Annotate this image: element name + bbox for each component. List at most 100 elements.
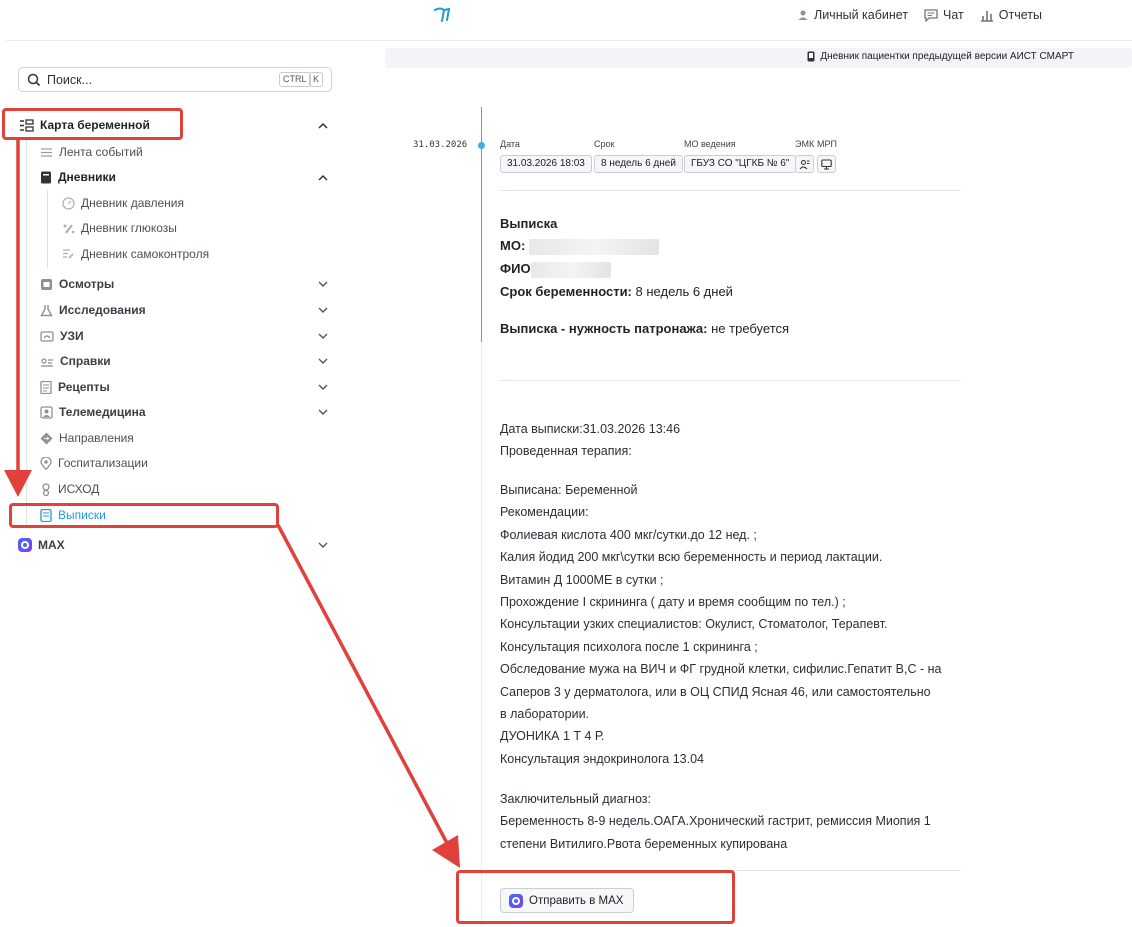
- details-line: степени Витилиго.Рвота беременных купиро…: [500, 836, 788, 851]
- details-line: Консультации узких специалистов: Окулист…: [500, 617, 888, 632]
- sidebar-item-uzi[interactable]: УЗИ: [40, 329, 84, 343]
- details-block-1: Дата выписки:31.03.2026 13:46 Проведенна…: [500, 418, 970, 463]
- chevron-down-icon[interactable]: [316, 303, 330, 317]
- details-line: в лаборатории.: [500, 707, 590, 722]
- notebook-icon: [41, 171, 51, 183]
- banner-label: Дневник пациентки предыдущей версии АИСТ…: [820, 51, 1074, 62]
- sidebar-label: Госпитализации: [58, 456, 148, 470]
- monitor-icon: [821, 158, 832, 170]
- details-line: Витамин Д 1000МЕ в сутки ;: [500, 572, 664, 587]
- nav-reports-label: Отчеты: [998, 8, 1042, 22]
- chevron-down-icon[interactable]: [316, 329, 330, 343]
- details-line: Выписана: Беременной: [500, 483, 638, 497]
- details-line: Дата выписки:31.03.2026 13:46: [500, 422, 681, 436]
- stork-logo-icon[interactable]: [432, 6, 454, 29]
- annotation-box-card: [2, 108, 183, 140]
- redacted-mo: [528, 238, 659, 255]
- divider: [500, 190, 961, 191]
- sidebar-label: MAX: [38, 538, 65, 552]
- sidebar-label: Исследования: [59, 303, 146, 317]
- chevron-down-icon[interactable]: [316, 380, 330, 394]
- nav-cabinet-label: Личный кабинет: [814, 8, 909, 22]
- chevron-down-icon[interactable]: [316, 405, 330, 419]
- emk-label: ЭМК: [795, 139, 815, 149]
- emk-button[interactable]: [795, 155, 814, 173]
- sidebar-item-research[interactable]: Исследования: [40, 303, 146, 317]
- chevron-down-icon[interactable]: [316, 354, 330, 368]
- mo-label: МО ведения: [684, 139, 736, 149]
- annotation-box-send: [456, 870, 735, 924]
- chat-icon: [924, 8, 938, 22]
- sidebar-item-selfcontrol[interactable]: Дневник самоконтроля: [62, 247, 209, 261]
- nav-reports[interactable]: Отчеты: [980, 8, 1042, 22]
- search-icon: [27, 73, 41, 86]
- chevron-down-icon[interactable]: [316, 277, 330, 291]
- mo-chip: ГБУЗ СО "ЦГКБ № 6": [684, 155, 797, 173]
- chevron-down-icon[interactable]: [316, 538, 330, 552]
- sidebar-item-certificates[interactable]: Справки: [40, 354, 111, 368]
- legacy-diary-banner[interactable]: Дневник пациентки предыдущей версии АИСТ…: [385, 48, 1132, 68]
- extract-title: Выписка: [500, 216, 558, 231]
- kbd-k: K: [309, 72, 324, 87]
- sidebar-item-recipes[interactable]: Рецепты: [40, 380, 110, 394]
- drop-icon: [63, 223, 75, 234]
- extract-fio: ФИО: [500, 258, 611, 280]
- extract-mo: МО:: [500, 235, 659, 257]
- tree-line: [47, 190, 48, 268]
- chart-icon: [980, 10, 993, 22]
- nav-chat[interactable]: Чат: [924, 8, 964, 22]
- nav-chat-label: Чат: [943, 8, 964, 22]
- sidebar-item-pressure[interactable]: Дневник давления: [62, 196, 184, 210]
- chevron-up-icon[interactable]: [316, 119, 330, 133]
- sidebar-item-referrals[interactable]: Направления: [40, 431, 134, 445]
- annotation-arrow-diagonal: [276, 524, 450, 846]
- sidebar-item-diaries[interactable]: Дневники: [40, 170, 116, 184]
- location-icon: [40, 456, 52, 470]
- chevron-up-icon[interactable]: [316, 171, 330, 185]
- phone-icon: [807, 51, 815, 62]
- flask-icon: [40, 304, 53, 316]
- baby-icon: [42, 482, 50, 496]
- mrp-button[interactable]: [817, 155, 836, 173]
- sidebar-item-events[interactable]: Лента событий: [40, 145, 143, 159]
- sidebar-label: Дневник самоконтроля: [81, 247, 210, 261]
- details-line: Прохождение I скрининга ( дату и время с…: [500, 595, 846, 610]
- sidebar-label: Рецепты: [58, 380, 110, 394]
- mrp-label: МРП: [817, 139, 837, 149]
- sidebar-label: УЗИ: [60, 329, 84, 343]
- extract-term: Срок беременности: 8 недель 6 дней: [500, 284, 733, 299]
- timeline-dot: [478, 142, 485, 149]
- header-divider: [6, 40, 1132, 41]
- sidebar-label: Справки: [60, 354, 111, 368]
- details-line: Фолиевая кислота 400 мкг/сутки.до 12 нед…: [500, 527, 757, 542]
- sidebar-item-max[interactable]: MAX: [18, 538, 65, 552]
- details-line: Проведенная терапия:: [500, 444, 632, 459]
- details-block-3: Заключительный диагноз: Беременность 8-9…: [500, 788, 970, 855]
- details-line: Обследование мужа на ВИЧ и ФГ грудной кл…: [500, 662, 942, 677]
- telemed-icon: [40, 405, 53, 419]
- nav-cabinet[interactable]: Личный кабинет: [797, 8, 908, 22]
- direction-icon: [40, 432, 53, 444]
- sidebar-item-hospital[interactable]: Госпитализации: [40, 456, 148, 470]
- sidebar-label: Осмотры: [59, 277, 115, 291]
- sidebar-item-outcome[interactable]: ИСХОД: [40, 482, 99, 496]
- search-input[interactable]: Поиск... CTRL K: [18, 67, 332, 92]
- divider: [500, 380, 961, 381]
- sidebar-item-glucose[interactable]: Дневник глюкозы: [62, 221, 177, 235]
- edit-list-icon: [63, 249, 74, 259]
- redacted-fio: [530, 261, 611, 278]
- sidebar-item-exams[interactable]: Осмотры: [40, 277, 114, 291]
- sidebar-item-telemed[interactable]: Телемедицина: [40, 405, 146, 419]
- top-header: Личный кабинет Чат Отчеты: [0, 0, 1132, 34]
- sidebar-label: ИСХОД: [58, 482, 100, 496]
- recipe-icon: [40, 380, 52, 394]
- sidebar-label: Дневник глюкозы: [81, 221, 177, 235]
- annotation-box-extracts: [9, 503, 279, 528]
- term-label: Срок: [594, 139, 615, 149]
- user-icon: [798, 10, 808, 20]
- tree-line: [26, 140, 27, 525]
- sidebar-label: Дневник давления: [81, 196, 184, 210]
- content-divider: [481, 342, 482, 927]
- list-icon: [41, 147, 52, 157]
- details-line: Рекомендации:: [500, 505, 589, 520]
